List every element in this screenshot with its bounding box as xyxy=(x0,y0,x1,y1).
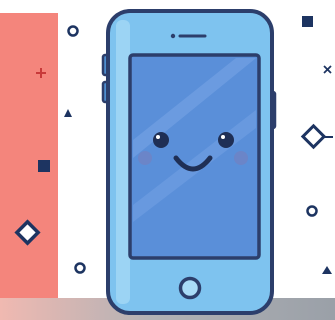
circle-icon xyxy=(74,262,86,274)
triangle-icon xyxy=(64,109,72,117)
home-button xyxy=(178,276,202,300)
cheek-icon xyxy=(234,151,248,165)
circle-icon xyxy=(306,205,318,217)
eye-icon xyxy=(153,132,169,148)
square-icon xyxy=(38,160,50,172)
cheek-icon xyxy=(138,151,152,165)
plus-icon xyxy=(36,68,46,78)
triangle-icon xyxy=(322,266,332,274)
illustration xyxy=(0,0,335,320)
diamond-icon xyxy=(300,123,333,150)
diamond-icon xyxy=(14,219,41,246)
square-icon xyxy=(302,16,313,27)
circle-icon xyxy=(67,25,79,37)
camera-icon xyxy=(170,33,176,39)
eye-icon xyxy=(218,132,234,148)
phone-illustration xyxy=(14,9,333,315)
cross-icon xyxy=(323,65,332,74)
